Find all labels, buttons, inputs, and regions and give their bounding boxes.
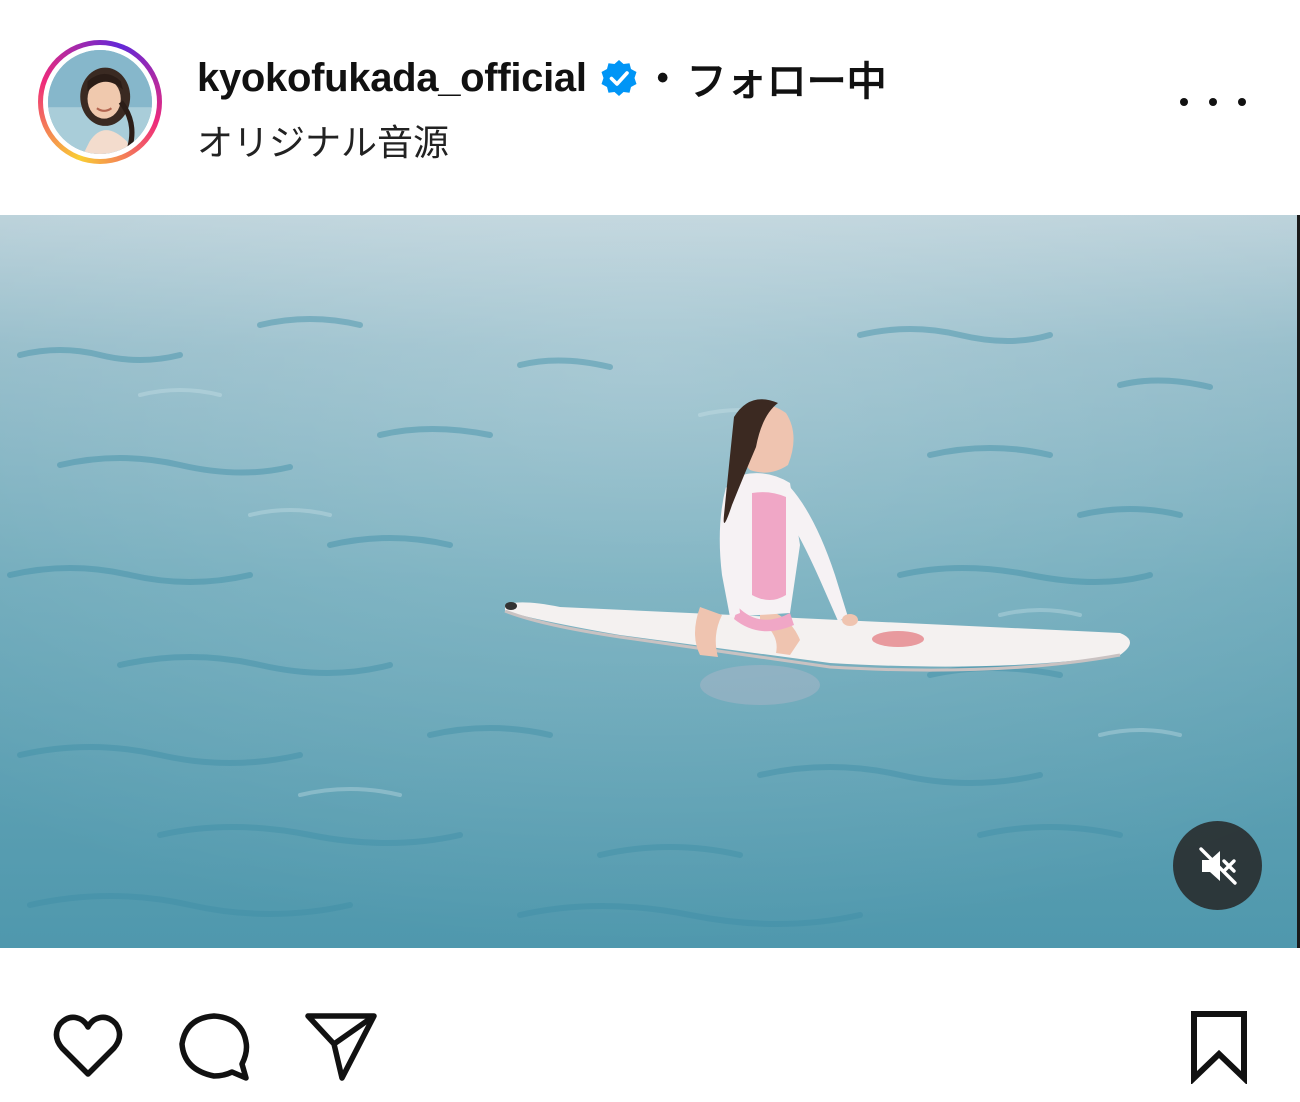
share-button[interactable]	[302, 1008, 378, 1084]
more-options-icon	[1238, 98, 1246, 106]
verified-badge-icon	[599, 58, 639, 98]
video-frame	[0, 215, 1300, 948]
speaker-muted-icon	[1198, 846, 1237, 885]
paper-plane-icon	[305, 1013, 377, 1081]
avatar[interactable]	[48, 50, 152, 154]
more-options-button[interactable]	[1180, 80, 1246, 124]
save-button[interactable]	[1182, 1008, 1256, 1084]
like-button[interactable]	[50, 1008, 126, 1084]
comment-bubble-icon	[179, 1013, 250, 1081]
bookmark-icon	[1191, 1011, 1247, 1084]
following-button[interactable]: フォロー中	[687, 49, 887, 107]
post-actions-bar	[0, 948, 1300, 1102]
avatar-photo	[48, 50, 152, 154]
more-options-icon	[1209, 98, 1217, 106]
more-options-icon	[1180, 98, 1188, 106]
comment-button[interactable]	[176, 1008, 252, 1084]
original-audio-link[interactable]: オリジナル音源	[197, 114, 449, 166]
video-player[interactable]	[0, 215, 1300, 948]
avatar-frame	[43, 45, 157, 159]
heart-icon	[53, 1014, 123, 1077]
username-link[interactable]: kyokofukada_official	[197, 56, 587, 101]
separator-dot: •	[656, 58, 669, 97]
post-header: kyokofukada_official • フォロー中 オリジナル音源	[0, 0, 1300, 215]
user-line: kyokofukada_official • フォロー中	[197, 49, 887, 107]
story-ring[interactable]	[38, 40, 162, 164]
mute-toggle-button[interactable]	[1173, 821, 1262, 910]
